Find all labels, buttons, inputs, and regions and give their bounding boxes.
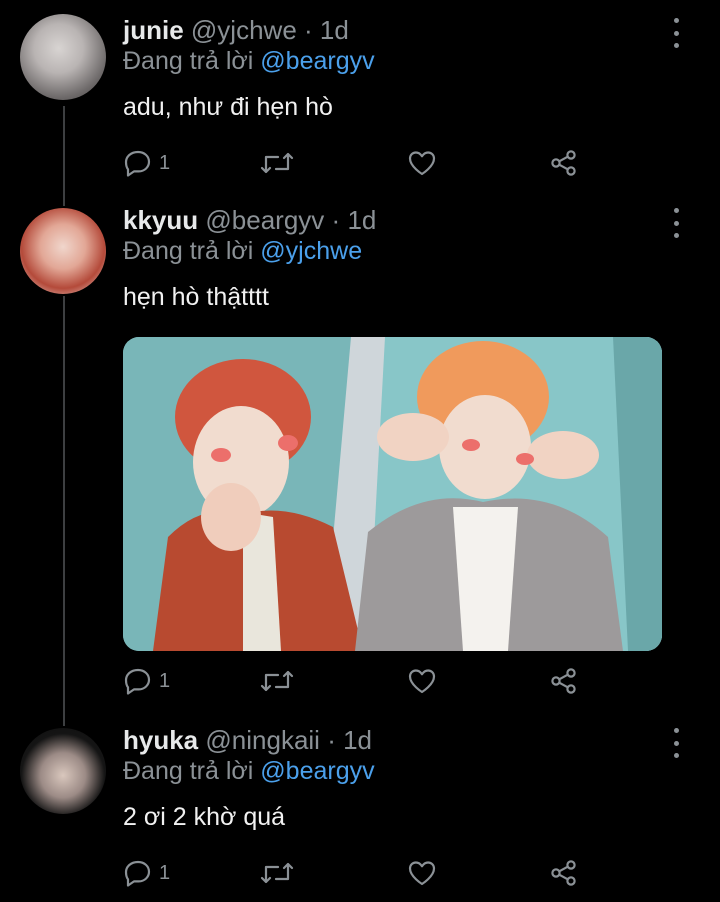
user-handle[interactable]: @yjchwe [191,15,297,45]
separator-dot: · [331,205,341,235]
retweet-icon [260,152,294,174]
heart-icon [408,861,436,886]
timestamp[interactable]: 1d [343,725,372,755]
tweet-photo[interactable] [123,337,662,651]
separator-dot: · [327,725,336,755]
avatar[interactable] [20,208,106,294]
retweet-button[interactable] [259,858,295,888]
reply-button[interactable]: 1 [123,148,170,178]
tweet-text: 2 ơi 2 khờ quá [123,803,286,831]
more-vertical-icon[interactable] [672,208,680,238]
reply-prefix: Đang trả lời [123,47,254,75]
tweet-actions: 1 [123,666,720,696]
reply-icon [124,860,151,887]
replying-to: Đang trả lời @yjchwe [123,235,700,267]
reply-button[interactable]: 1 [123,858,170,888]
tweet[interactable]: hyuka @ningkaii · 1d Đang trả lời @bearg… [0,724,720,894]
tweet-header: hyuka @ningkaii · 1d [123,724,700,756]
replying-to: Đang trả lời @beargyv [123,45,700,77]
retweet-icon [260,670,294,692]
tweet-header: junie @yjchwe · 1d [123,14,700,46]
avatar[interactable] [20,14,106,100]
share-button[interactable] [549,148,579,178]
replying-to: Đang trả lời @beargyv [123,755,700,787]
retweet-button[interactable] [259,666,295,696]
reply-count: 1 [159,151,171,174]
like-button[interactable] [407,666,437,696]
user-handle[interactable]: @ningkaii [205,725,320,755]
reply-prefix: Đang trả lời [123,237,254,265]
tweet-actions: 1 [123,858,720,888]
reply-count: 1 [159,669,171,692]
separator-dot: · [304,15,313,45]
share-icon [551,150,576,176]
heart-icon [408,669,436,694]
share-icon [551,860,576,886]
heart-icon [408,151,436,176]
share-button[interactable] [549,858,579,888]
tweet-header: kkyuu @beargyv · 1d [123,204,700,236]
more-vertical-icon[interactable] [672,728,680,758]
avatar[interactable] [20,728,106,814]
display-name[interactable]: hyuka [123,725,198,755]
tweet[interactable]: kkyuu @beargyv · 1d Đang trả lời @yjchwe… [0,204,720,704]
reply-icon [124,150,151,177]
reply-icon [124,668,151,695]
tweet[interactable]: junie @yjchwe · 1d Đang trả lời @beargyv… [0,14,720,184]
tweet-actions: 1 [123,148,720,178]
share-button[interactable] [549,666,579,696]
like-button[interactable] [407,858,437,888]
mention-link[interactable]: @beargyv [260,47,374,75]
user-handle[interactable]: @beargyv [205,205,324,235]
timestamp[interactable]: 1d [320,15,349,45]
retweet-icon [260,862,294,884]
mention-link[interactable]: @yjchwe [260,237,362,265]
tweet-text: hẹn hò thậtttt [123,283,269,311]
reply-prefix: Đang trả lời [123,757,254,785]
display-name[interactable]: kkyuu [123,205,198,235]
like-button[interactable] [407,148,437,178]
more-vertical-icon[interactable] [672,18,680,48]
tweet-text: adu, như đi hẹn hò [123,93,333,121]
reply-button[interactable]: 1 [123,666,170,696]
share-icon [551,668,576,694]
mention-link[interactable]: @beargyv [260,757,374,785]
display-name[interactable]: junie [123,15,184,45]
timestamp[interactable]: 1d [347,205,376,235]
photo-image [123,337,662,651]
retweet-button[interactable] [259,148,295,178]
reply-count: 1 [159,861,171,884]
